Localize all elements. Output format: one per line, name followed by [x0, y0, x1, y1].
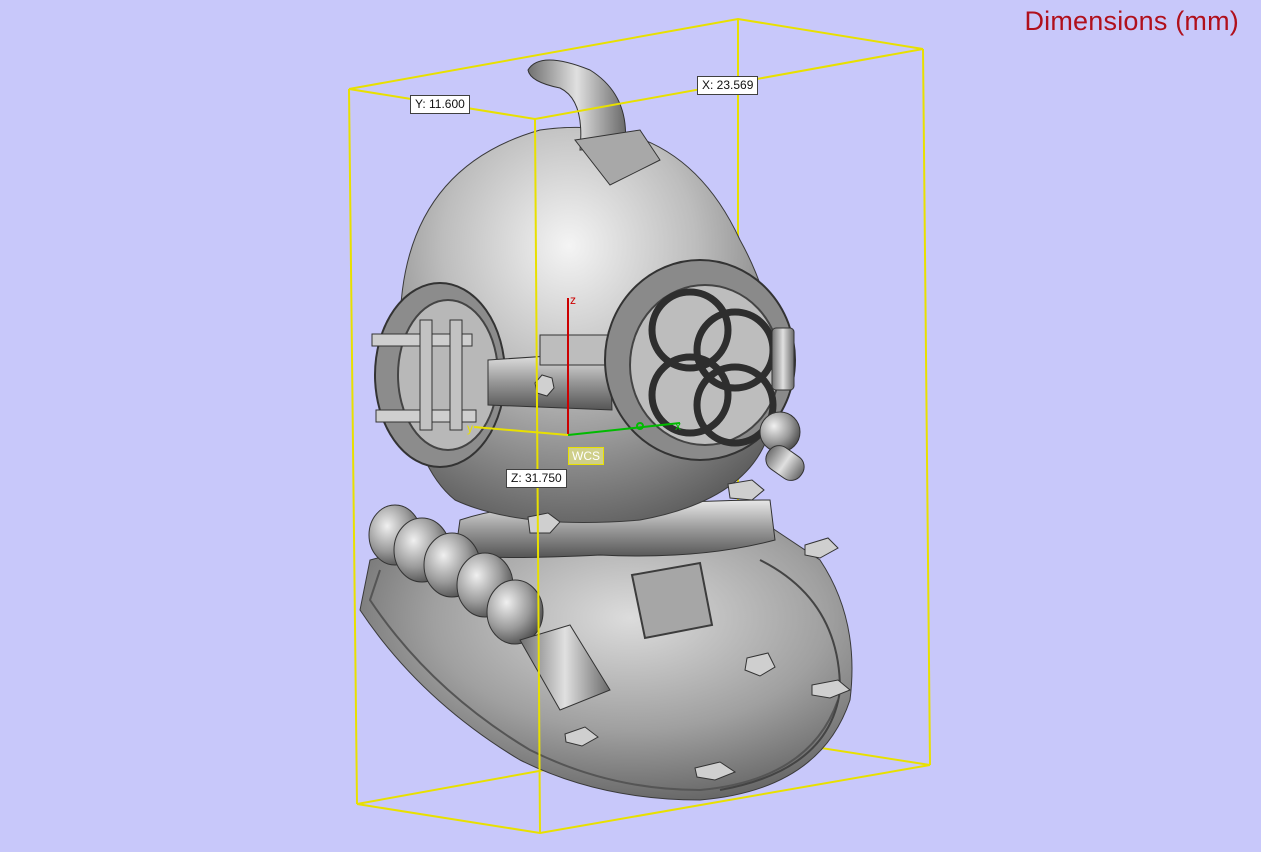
- dimension-y-label: Y: 11.600: [410, 95, 470, 114]
- dimension-x-label: X: 23.569: [697, 76, 759, 95]
- z-axis-label: z: [570, 293, 576, 307]
- breastplate-window: [630, 561, 714, 640]
- y-axis-label: y: [467, 421, 473, 435]
- x-axis-label: x: [675, 419, 681, 433]
- 3d-viewport[interactable]: z x y Dimensions (mm) Y: 11.600 X: 23.56…: [0, 0, 1261, 852]
- wcs-label: WCS: [568, 447, 604, 465]
- dimension-z-label: Z: 31.750: [506, 469, 567, 488]
- viewport-title: Dimensions (mm): [1024, 6, 1239, 36]
- side-cylinder: [771, 327, 795, 391]
- left-port: [371, 282, 506, 468]
- scene-svg[interactable]: z x y: [0, 0, 1261, 852]
